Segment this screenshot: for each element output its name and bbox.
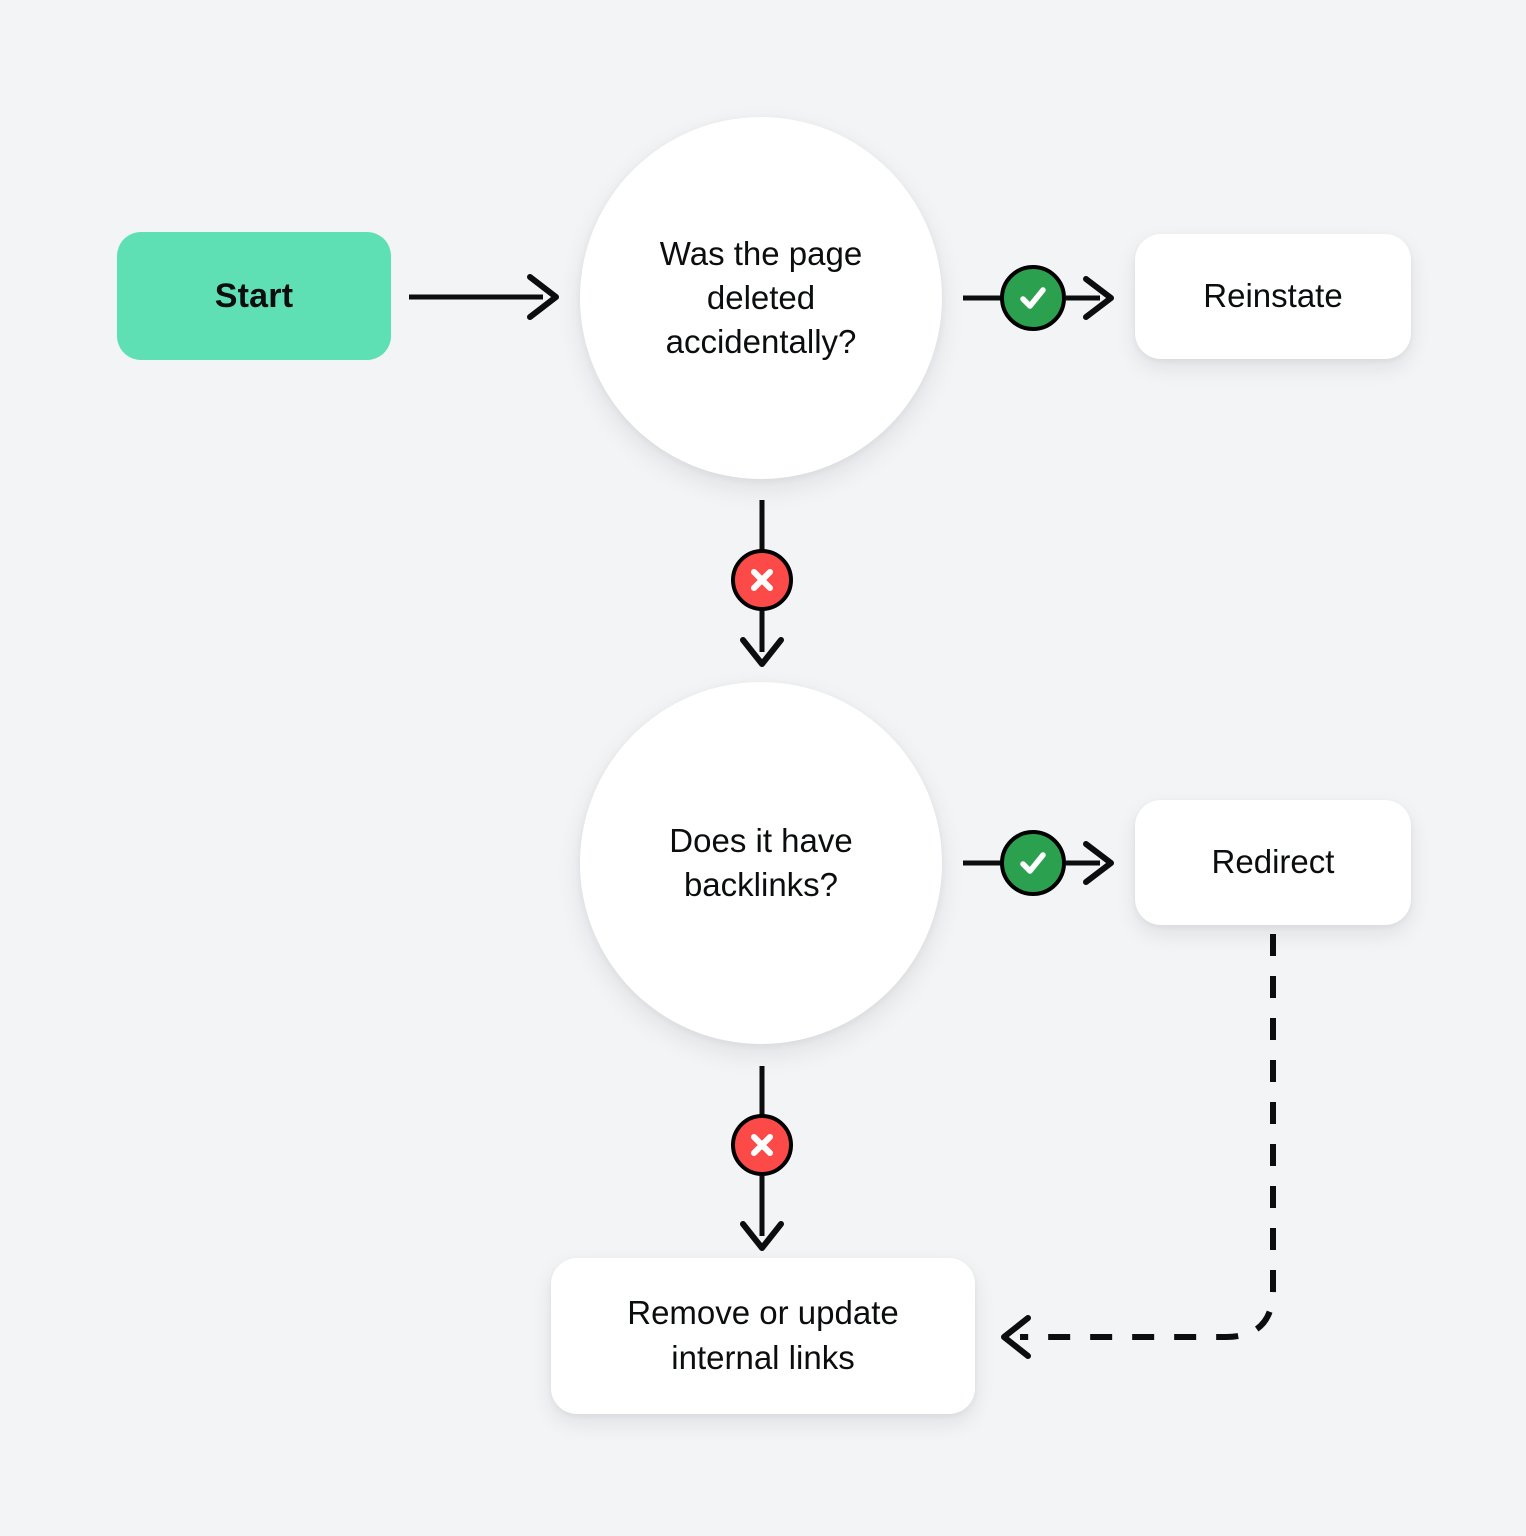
x-icon — [751, 1134, 773, 1156]
edge-redirect-to-internal-links-dashed — [1001, 934, 1276, 1359]
check-icon — [1020, 852, 1046, 874]
edge-start-to-decision1 — [409, 274, 559, 320]
badge-no-decision1[interactable] — [731, 549, 793, 611]
node-action-redirect[interactable]: Redirect — [1135, 800, 1411, 925]
badge-yes-decision1[interactable] — [1000, 265, 1066, 331]
badge-yes-decision2[interactable] — [1000, 830, 1066, 896]
flowchart-canvas: Start Was the page deleted accidentally?… — [0, 0, 1526, 1536]
node-action-remove-or-update-internal-links[interactable]: Remove or update internal links — [551, 1258, 975, 1414]
badge-no-decision2[interactable] — [731, 1114, 793, 1176]
check-icon — [1020, 287, 1046, 309]
x-icon — [751, 569, 773, 591]
node-action-reinstate[interactable]: Reinstate — [1135, 234, 1411, 359]
node-start[interactable]: Start — [117, 232, 391, 360]
node-decision-page-deleted-accidentally[interactable]: Was the page deleted accidentally? — [580, 117, 942, 479]
node-decision-has-backlinks[interactable]: Does it have backlinks? — [580, 682, 942, 1044]
